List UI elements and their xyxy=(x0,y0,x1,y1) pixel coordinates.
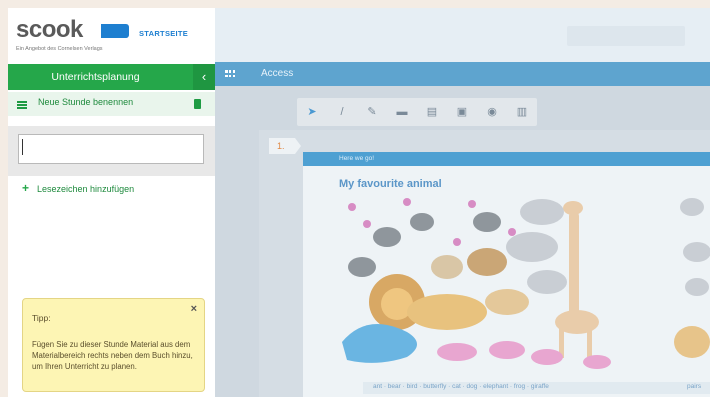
annotation-toolbar: ➤ / ✎ ▬ ▤ ▣ ◉ ▥ xyxy=(297,98,537,126)
startseite-link[interactable]: STARTSEITE xyxy=(139,29,188,38)
main-area: Access ➤ / ✎ ▬ ▤ ▣ ◉ ▥ 1. Here we go! My… xyxy=(215,8,710,397)
pairs-label: pairs xyxy=(687,383,702,390)
book-viewer: 1. Here we go! My favourite animal ant ·… xyxy=(259,130,710,397)
logo-area[interactable]: scook Ein Angebot des Cornelsen Verlags … xyxy=(8,8,215,62)
marker-icon[interactable]: ✎ xyxy=(365,105,379,119)
lesson-name-input[interactable] xyxy=(18,134,204,164)
logo-subtitle: Ein Angebot des Cornelsen Verlags xyxy=(16,46,103,52)
page-number-tab[interactable]: 1. xyxy=(269,138,301,154)
plus-icon: + xyxy=(22,181,30,195)
top-bar xyxy=(215,8,710,62)
section-label: Here we go! xyxy=(339,155,375,162)
clipboard-icon[interactable] xyxy=(194,99,201,109)
planning-title: Unterrichtsplanung xyxy=(51,71,140,83)
sidebar: scook Ein Angebot des Cornelsen Verlags … xyxy=(8,8,216,397)
note-icon[interactable]: ▬ xyxy=(395,105,409,119)
page-title: My favourite animal xyxy=(339,178,442,190)
animal-illustration xyxy=(342,198,710,369)
planning-header: Unterrichtsplanung ‹ xyxy=(8,64,215,90)
book-page[interactable]: My favourite animal ant · bear · bird · … xyxy=(303,166,710,397)
lesson-row[interactable]: Neue Stunde benennen xyxy=(8,92,215,116)
add-bookmark-label: Lesezeichen hinzufügen xyxy=(37,184,135,194)
app-window: scook Ein Angebot des Cornelsen Verlags … xyxy=(8,8,710,397)
tip-box: × Tipp: Fügen Sie zu dieser Stunde Mater… xyxy=(22,298,205,392)
top-search-field[interactable] xyxy=(567,26,685,46)
logo-flag-icon xyxy=(101,24,129,38)
close-icon[interactable]: × xyxy=(191,303,197,315)
collapse-sidebar-button[interactable]: ‹ xyxy=(193,64,215,90)
eye-icon[interactable]: ◉ xyxy=(485,105,499,119)
book-title: Access xyxy=(261,68,294,79)
section-bar: Here we go! xyxy=(303,152,710,166)
logo[interactable]: scook xyxy=(16,16,83,44)
tip-text: Fügen Sie zu dieser Stunde Material aus … xyxy=(32,340,193,371)
lesson-input-area xyxy=(8,126,215,176)
trash-icon[interactable]: ▥ xyxy=(515,105,529,119)
menu-icon[interactable] xyxy=(17,101,27,109)
vocabulary-bar: ant · bear · bird · butterfly · cat · do… xyxy=(363,382,710,394)
grid-icon[interactable] xyxy=(225,70,235,78)
layers-icon[interactable]: ▤ xyxy=(425,105,439,119)
add-bookmark-link[interactable]: + Lesezeichen hinzufügen xyxy=(22,181,134,195)
text-caret xyxy=(22,139,23,155)
lesson-name-label[interactable]: Neue Stunde benennen xyxy=(38,97,133,107)
vocabulary-list: ant · bear · bird · butterfly · cat · do… xyxy=(373,383,549,390)
book-title-bar: Access xyxy=(215,62,710,86)
tip-title: Tipp: xyxy=(32,313,51,323)
pen-icon[interactable]: / xyxy=(335,105,349,119)
window-icon[interactable]: ▣ xyxy=(455,105,469,119)
cursor-icon[interactable]: ➤ xyxy=(305,105,319,119)
